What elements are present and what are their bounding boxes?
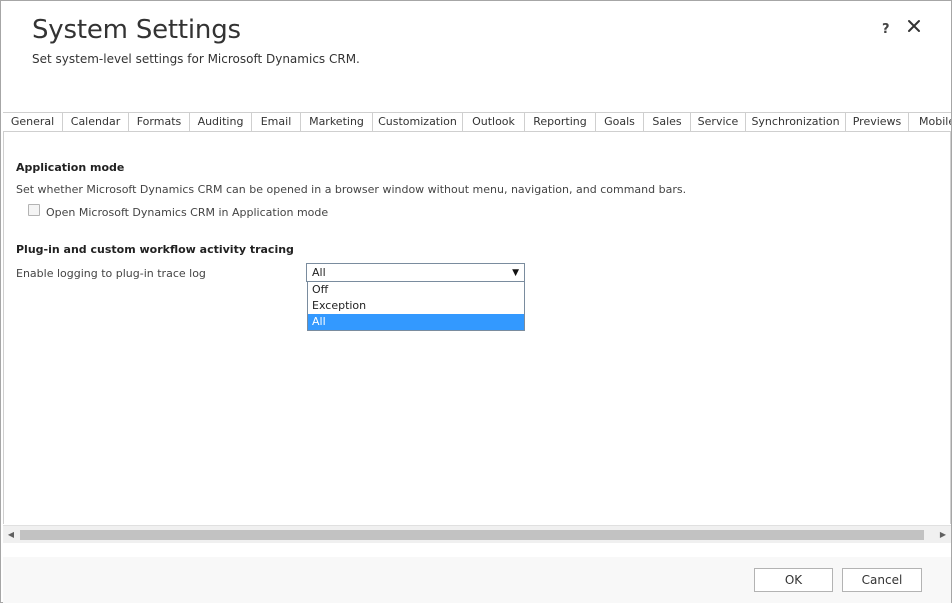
- tab-synchronization[interactable]: Synchronization: [745, 112, 845, 131]
- ok-button[interactable]: OK: [754, 568, 833, 592]
- close-icon[interactable]: [906, 18, 922, 34]
- trace-log-selected-value: All: [312, 266, 326, 279]
- tab-general[interactable]: General: [3, 112, 62, 131]
- tab-previews[interactable]: Previews: [845, 112, 908, 131]
- dialog-subtitle: Set system-level settings for Microsoft …: [32, 52, 360, 66]
- trace-log-label: Enable logging to plug-in trace log: [16, 267, 206, 280]
- tab-email[interactable]: Email: [251, 112, 300, 131]
- trace-log-select[interactable]: All ▼: [306, 263, 525, 282]
- tab-formats[interactable]: Formats: [128, 112, 189, 131]
- option-off[interactable]: Off: [308, 282, 524, 298]
- tab-marketing[interactable]: Marketing: [300, 112, 372, 131]
- application-mode-description: Set whether Microsoft Dynamics CRM can b…: [16, 183, 687, 196]
- dialog-title: System Settings: [32, 15, 241, 45]
- trace-log-dropdown-list: Off Exception All: [307, 282, 525, 331]
- option-exception[interactable]: Exception: [308, 298, 524, 314]
- scroll-thumb[interactable]: [20, 530, 924, 540]
- cancel-button[interactable]: Cancel: [842, 568, 922, 592]
- help-icon[interactable]: ?: [882, 22, 890, 37]
- settings-tabs: General Calendar Formats Auditing Email …: [3, 112, 951, 132]
- tab-customization[interactable]: Customization: [372, 112, 462, 131]
- system-settings-dialog: System Settings Set system-level setting…: [0, 0, 952, 603]
- tab-calendar[interactable]: Calendar: [62, 112, 128, 131]
- tab-outlook[interactable]: Outlook: [462, 112, 524, 131]
- scroll-right-icon[interactable]: ▶: [937, 529, 949, 541]
- tab-auditing[interactable]: Auditing: [189, 112, 251, 131]
- application-mode-checkbox[interactable]: [28, 204, 40, 216]
- option-all[interactable]: All: [308, 314, 524, 330]
- application-mode-checkbox-label[interactable]: Open Microsoft Dynamics CRM in Applicati…: [46, 206, 328, 219]
- tab-service[interactable]: Service: [690, 112, 745, 131]
- dropdown-arrow-icon: ▼: [512, 268, 519, 278]
- tab-sales[interactable]: Sales: [643, 112, 690, 131]
- horizontal-scrollbar[interactable]: ◀ ▶: [3, 525, 951, 543]
- tab-reporting[interactable]: Reporting: [524, 112, 595, 131]
- tracing-heading: Plug-in and custom workflow activity tra…: [16, 243, 294, 256]
- application-mode-heading: Application mode: [16, 161, 125, 174]
- tab-mobile[interactable]: Mobile: [908, 112, 951, 131]
- scroll-left-icon[interactable]: ◀: [5, 529, 17, 541]
- tab-goals[interactable]: Goals: [595, 112, 643, 131]
